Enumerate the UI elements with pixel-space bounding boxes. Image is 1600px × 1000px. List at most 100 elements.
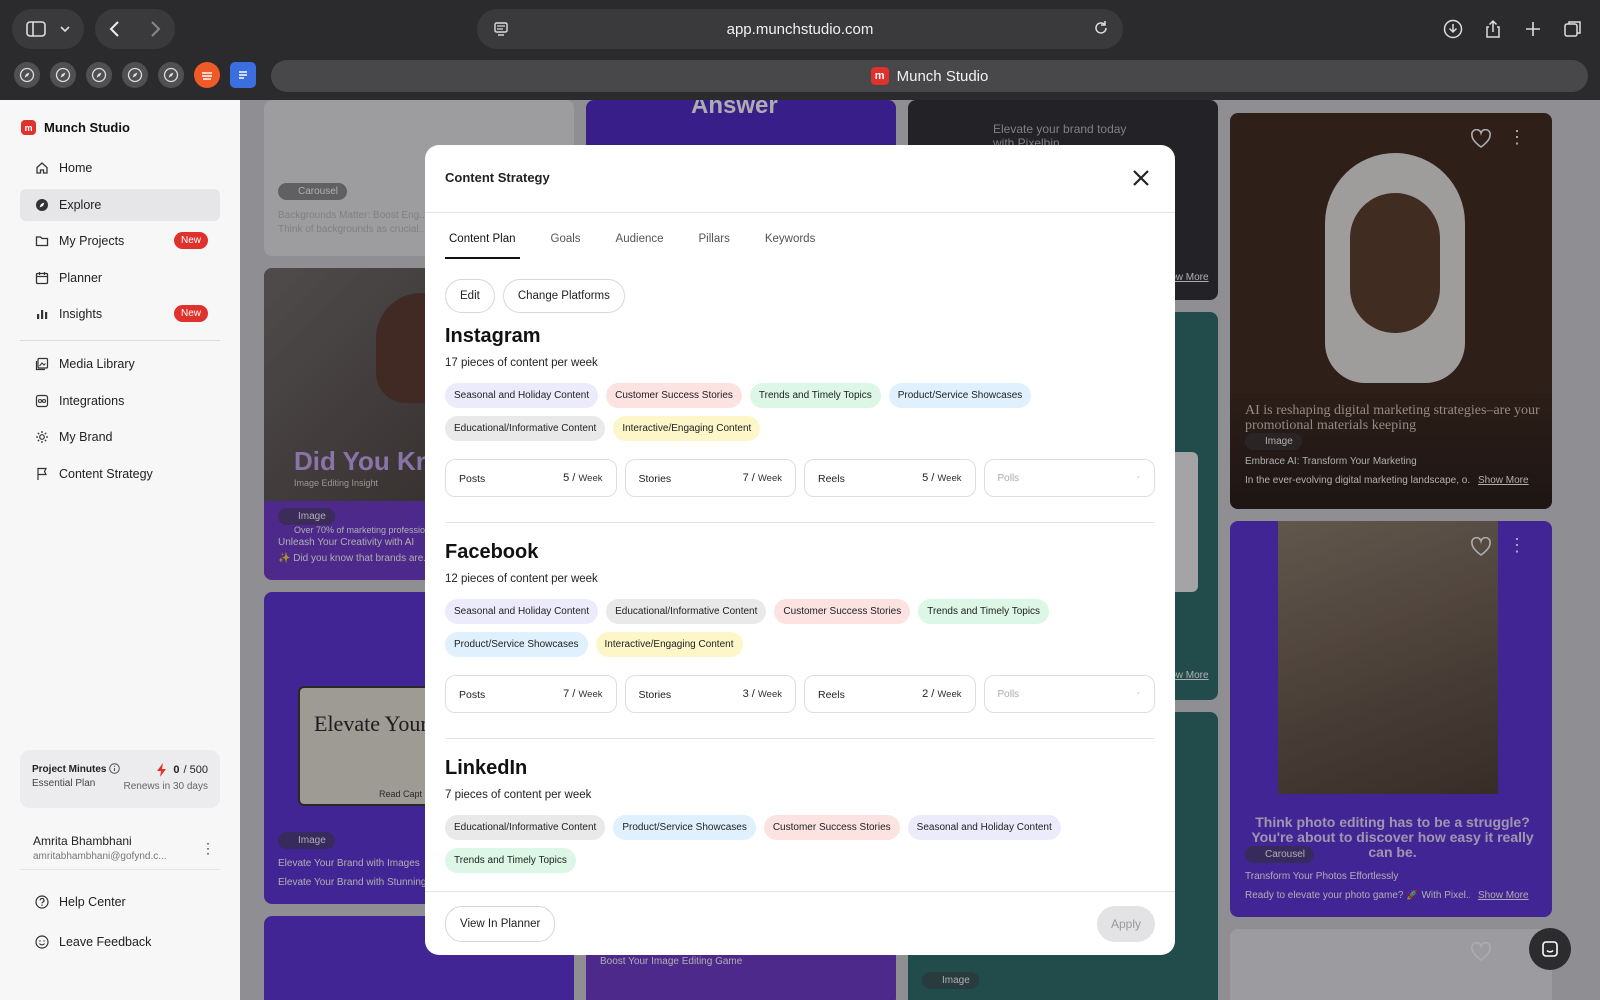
metric-unit: Week: [937, 689, 962, 700]
modal-header: Content Strategy: [425, 145, 1175, 213]
pillar-tag: Interactive/Engaging Content: [613, 416, 761, 441]
sidebar-item-leave-feedback[interactable]: Leave Feedback: [20, 926, 220, 958]
pillar-tag: Customer Success Stories: [763, 815, 900, 840]
stories-frequency-field[interactable]: Stories 7 / Week: [624, 459, 796, 497]
content-pillar-tags: Seasonal and Holiday Content Educational…: [445, 599, 1095, 657]
pillar-tag: Seasonal and Holiday Content: [907, 815, 1061, 840]
compass-favorite-icon[interactable]: [122, 62, 148, 88]
site-settings-icon[interactable]: [493, 21, 509, 37]
home-icon: [36, 162, 48, 174]
sidebar-icon: [26, 21, 46, 37]
tab-keywords[interactable]: Keywords: [761, 233, 820, 259]
active-tab[interactable]: m Munch Studio: [271, 60, 1588, 92]
sidebar-item-planner[interactable]: Planner: [20, 262, 220, 294]
tab-content-plan[interactable]: Content Plan: [445, 233, 520, 259]
metric-number: 2: [922, 688, 929, 700]
pillar-tag: Interactive/Engaging Content: [595, 632, 743, 657]
sidebar-item-explore[interactable]: Explore: [20, 188, 220, 221]
pillar-tag: Product/Service Showcases: [888, 383, 1032, 408]
sidebar-item-insights[interactable]: Insights New: [20, 298, 220, 330]
compass-icon: [36, 198, 48, 211]
stories-frequency-field[interactable]: Stories 3 / Week: [624, 675, 796, 713]
toolbar-actions: [1442, 8, 1584, 50]
sidebar-divider: [20, 869, 220, 870]
polls-frequency-field[interactable]: Polls -: [983, 675, 1155, 713]
tab-audience[interactable]: Audience: [612, 233, 668, 259]
chat-icon: [1542, 941, 1558, 957]
sidebar-item-integrations[interactable]: Integrations: [20, 385, 220, 417]
new-tab-icon[interactable]: [1522, 18, 1544, 40]
plan-name: Essential Plan: [32, 778, 96, 789]
compass-favorite-icon[interactable]: [14, 62, 40, 88]
metric-number: 5: [922, 472, 929, 484]
reels-frequency-field[interactable]: Reels 2 / Week: [804, 675, 976, 713]
platform-divider: [445, 738, 1155, 739]
polls-frequency-field[interactable]: Polls -: [983, 459, 1155, 497]
sidebar-item-my-brand[interactable]: My Brand: [20, 421, 220, 453]
user-name: Amrita Bhambhani: [33, 834, 132, 848]
metric-unit: Week: [578, 689, 603, 700]
info-icon[interactable]: [109, 763, 121, 774]
sidebar-item-media-library[interactable]: Media Library: [20, 348, 220, 380]
more-vertical-icon[interactable]: ⋮: [201, 840, 215, 857]
sidebar-item-label: Planner: [59, 270, 103, 285]
tabs-overview-icon[interactable]: [1562, 18, 1584, 40]
new-badge: New: [173, 305, 208, 322]
view-in-planner-button[interactable]: View In Planner: [445, 906, 556, 942]
pillar-tag: Seasonal and Holiday Content: [445, 599, 599, 624]
docs-favorite-icon[interactable]: [230, 62, 256, 88]
project-minutes-card: Project Minutes Essential Plan 0 / 500 R…: [20, 750, 220, 808]
platform-instagram: Instagram 17 pieces of content per week …: [445, 325, 1155, 497]
platform-list[interactable]: Instagram 17 pieces of content per week …: [425, 325, 1175, 873]
tab-goals[interactable]: Goals: [547, 233, 585, 259]
pillar-tag: Educational/Informative Content: [606, 599, 767, 624]
platform-facebook: Facebook 12 pieces of content per week S…: [445, 541, 1155, 713]
reels-frequency-field[interactable]: Reels 5 / Week: [804, 459, 976, 497]
sidebar-item-home[interactable]: Home: [20, 152, 220, 184]
platform-summary: 7 pieces of content per week: [445, 789, 592, 801]
sidebar-item-help-center[interactable]: Help Center: [20, 886, 220, 918]
download-icon[interactable]: [1442, 18, 1464, 40]
brand[interactable]: m Munch Studio: [21, 120, 130, 135]
edit-button[interactable]: Edit: [445, 279, 495, 313]
compass-favorite-icon[interactable]: [86, 62, 112, 88]
platform-name: LinkedIn: [445, 757, 528, 779]
integrations-icon: [35, 394, 49, 407]
metric-number: 7: [563, 688, 570, 700]
metric-number: 5: [563, 472, 570, 484]
tab-pillars[interactable]: Pillars: [695, 233, 734, 259]
metric-value: 5 / Week: [563, 472, 603, 484]
close-icon[interactable]: [1129, 166, 1153, 190]
address-bar[interactable]: app.munchstudio.com: [477, 9, 1123, 49]
metric-label: Posts: [459, 473, 486, 485]
metric-empty-value: -: [1136, 472, 1140, 483]
forward-icon[interactable]: [149, 20, 161, 38]
metric-unit: Week: [757, 473, 782, 484]
compass-favorite-icon[interactable]: [158, 62, 184, 88]
sidebar-item-label: Help Center: [59, 895, 126, 909]
sidebar-item-my-projects[interactable]: My Projects New: [20, 225, 220, 257]
calendar-icon: [35, 271, 49, 284]
reload-icon[interactable]: [1093, 20, 1109, 36]
metric-value: 7 / Week: [742, 472, 782, 484]
sidebar-item-label: Leave Feedback: [59, 935, 152, 949]
chat-support-button[interactable]: [1529, 928, 1571, 970]
posts-frequency-field[interactable]: Posts 7 / Week: [445, 675, 617, 713]
bottom-nav: Help Center Leave Feedback: [20, 886, 220, 963]
share-icon[interactable]: [1482, 18, 1504, 40]
apply-button[interactable]: Apply: [1096, 906, 1155, 942]
sidebar-item-content-strategy[interactable]: Content Strategy: [20, 458, 220, 490]
change-platforms-button[interactable]: Change Platforms: [502, 279, 625, 313]
sidebar-toggle-button[interactable]: [12, 9, 84, 49]
pillar-tag: Trends and Timely Topics: [445, 848, 576, 873]
history-nav: [95, 9, 175, 49]
user-profile[interactable]: Amrita Bhambhani amritabhambhani@gofynd.…: [33, 834, 215, 862]
sidebar-item-label: Media Library: [59, 357, 135, 371]
pillar-tag: Trends and Timely Topics: [918, 599, 1050, 624]
metric-value: 2 / Week: [922, 688, 962, 700]
back-icon[interactable]: [109, 20, 121, 38]
pillar-tag: Seasonal and Holiday Content: [445, 383, 599, 408]
posts-frequency-field[interactable]: Posts 5 / Week: [445, 459, 617, 497]
orange-app-favorite-icon[interactable]: [194, 62, 220, 88]
compass-favorite-icon[interactable]: [50, 62, 76, 88]
